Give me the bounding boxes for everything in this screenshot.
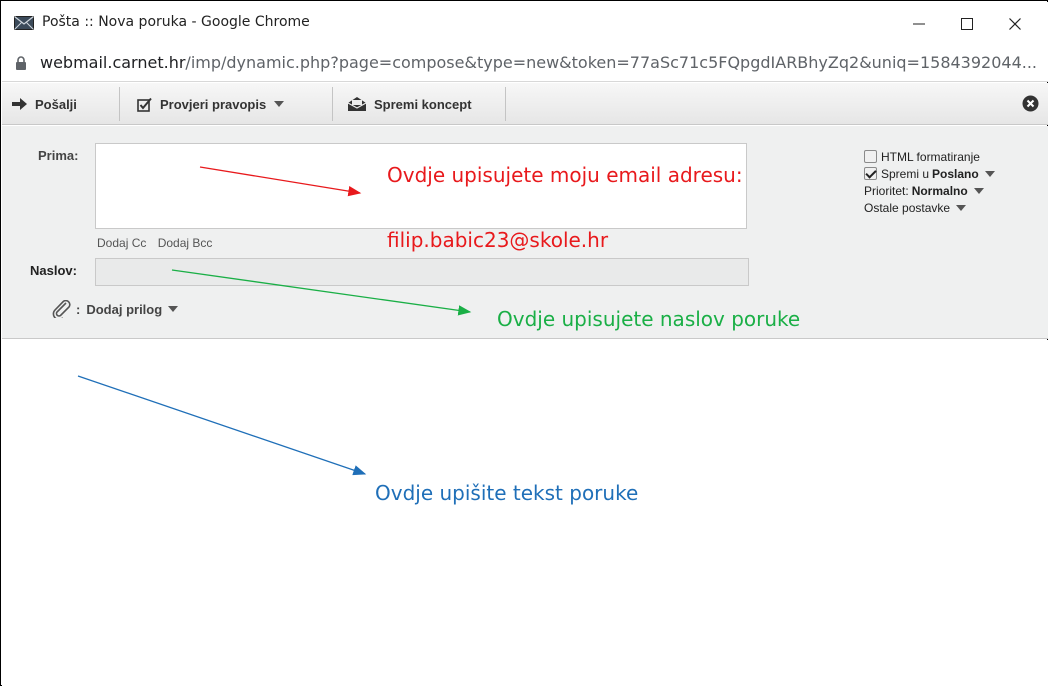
- subject-label: Naslov:: [30, 263, 77, 278]
- compose-options: HTML formatiranje Spremi u Poslano Prior…: [864, 148, 995, 216]
- close-icon: [1009, 18, 1021, 30]
- subject-input[interactable]: [95, 258, 749, 286]
- toolbar-divider: [119, 87, 120, 121]
- address-bar[interactable]: webmail.carnet.hr/imp/dynamic.php?page=c…: [2, 44, 1048, 82]
- to-annotation: Ovdje upisujete moju email adresu:: [387, 163, 743, 187]
- minimize-icon: [913, 23, 925, 25]
- save-sent-checkbox[interactable]: [864, 167, 877, 180]
- spellcheck-button[interactable]: Provjeri pravopis: [137, 89, 285, 119]
- title-bar: Pošta :: Nova poruka - Google Chrome: [2, 2, 1048, 44]
- maximize-icon: [961, 18, 973, 30]
- priority-prefix: Prioritet:: [864, 183, 909, 198]
- html-format-option[interactable]: HTML formatiranje: [864, 148, 995, 165]
- html-format-checkbox[interactable]: [864, 150, 877, 163]
- checkbox-edit-icon: [137, 97, 152, 112]
- chevron-down-icon: [274, 101, 285, 107]
- spellcheck-label: Provjeri pravopis: [160, 96, 267, 112]
- chevron-down-icon: [956, 204, 967, 211]
- priority-value: Normalno: [911, 183, 968, 198]
- url-host: webmail.carnet.hr: [40, 53, 186, 72]
- email-annotation: filip.babic23@skole.hr: [387, 228, 609, 252]
- paperclip-icon: [52, 300, 71, 318]
- add-cc-link[interactable]: Dodaj Cc: [97, 236, 146, 250]
- url-text[interactable]: webmail.carnet.hr/imp/dynamic.php?page=c…: [40, 53, 1037, 72]
- save-in-folder: Poslano: [932, 166, 979, 181]
- send-button[interactable]: Pošalji: [12, 89, 77, 119]
- chevron-down-icon: [168, 306, 179, 312]
- send-label: Pošalji: [35, 96, 77, 112]
- toolbar-divider: [505, 87, 506, 121]
- chevron-down-icon[interactable]: [984, 170, 995, 177]
- more-options[interactable]: Ostale postavke: [864, 199, 995, 216]
- minimize-button[interactable]: [896, 6, 942, 42]
- mail-envelope-icon: [14, 16, 34, 30]
- cc-bcc-links: Dodaj Cc Dodaj Bcc: [97, 236, 220, 250]
- close-compose-icon[interactable]: [1022, 95, 1039, 112]
- save-sent-option[interactable]: Spremi u Poslano: [864, 165, 995, 182]
- attach-label: Dodaj prilog: [86, 301, 163, 317]
- add-attachment-button[interactable]: : Dodaj prilog: [52, 300, 179, 318]
- lock-icon: [16, 56, 26, 70]
- compose-toolbar: Pošalji Provjeri pravopis Spremi koncept: [2, 83, 1048, 125]
- maximize-button[interactable]: [944, 6, 990, 42]
- url-path: /imp/dynamic.php?page=compose&type=new&t…: [185, 53, 1038, 72]
- more-options-label: Ostale postavke: [864, 200, 951, 215]
- body-annotation: Ovdje upišite tekst poruke: [375, 481, 639, 505]
- attach-colon: :: [76, 301, 81, 317]
- message-body-input[interactable]: [2, 340, 1048, 686]
- toolbar-divider: [332, 87, 333, 121]
- save-in-prefix: Spremi u: [881, 166, 930, 181]
- browser-window: Pošta :: Nova poruka - Google Chrome web…: [0, 0, 1048, 686]
- html-format-label: HTML formatiranje: [881, 149, 980, 164]
- to-label: Prima:: [38, 148, 79, 163]
- chevron-down-icon[interactable]: [973, 187, 984, 194]
- subject-annotation: Ovdje upisujete naslov poruke: [497, 307, 801, 331]
- close-window-button[interactable]: [992, 6, 1038, 42]
- arrow-right-icon: [12, 98, 27, 110]
- add-bcc-link[interactable]: Dodaj Bcc: [158, 236, 213, 250]
- priority-option[interactable]: Prioritet: Normalno: [864, 182, 995, 199]
- envelope-open-icon: [347, 97, 367, 111]
- save-draft-button[interactable]: Spremi koncept: [347, 89, 472, 119]
- window-title: Pošta :: Nova poruka - Google Chrome: [42, 14, 310, 30]
- save-draft-label: Spremi koncept: [374, 96, 472, 112]
